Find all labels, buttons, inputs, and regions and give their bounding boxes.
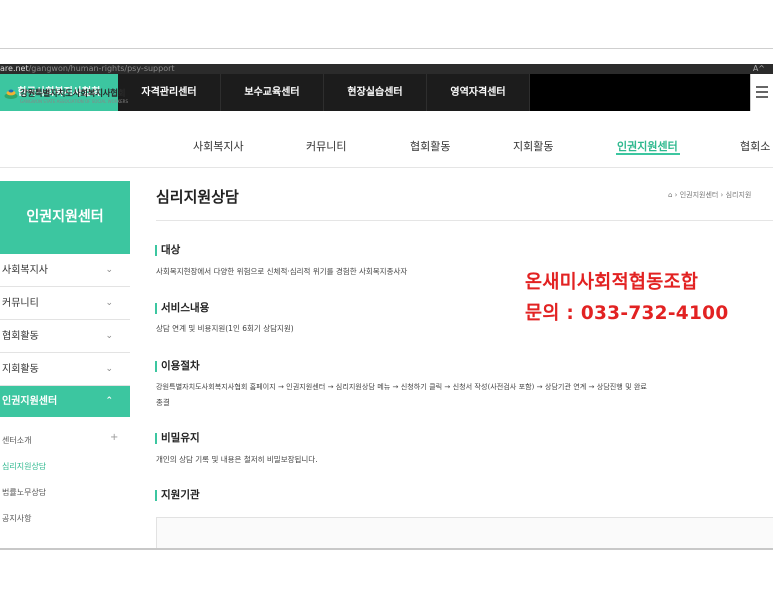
sidebar-title: 인권지원센터 — [0, 181, 130, 254]
menu-icon[interactable] — [750, 74, 773, 111]
notice-contact: 문의 : 033-732-4100 — [525, 303, 729, 324]
sidebar-item-label: 인권지원센터 — [2, 396, 58, 407]
nav-branch-activity[interactable]: 지회활동 — [513, 138, 553, 154]
sidebar-item-label: 커뮤니티 — [2, 298, 39, 309]
sidebar-item-human-rights-center[interactable]: 인권지원센터 ⌃ — [0, 386, 130, 417]
logo-mark-icon — [4, 89, 18, 99]
nav-human-rights-center[interactable]: 인권지원센터 — [617, 138, 678, 154]
chevron-down-icon: ⌄ — [105, 298, 113, 308]
chevron-down-icon: ⌄ — [105, 265, 113, 275]
agency-list-box — [156, 517, 773, 548]
section-heading-service: 서비스내용 — [155, 303, 209, 314]
tab-domain-center[interactable]: 영역자격센터 — [427, 74, 530, 111]
page-title: 심리지원상담 — [156, 188, 239, 206]
section-text-confidentiality: 개인의 상담 기록 및 내용은 철저히 비밀보장됩니다. — [156, 455, 318, 464]
sidebar-sub-psy-support[interactable]: 심리지원상담 — [2, 461, 46, 472]
notice-organization: 온새미사회적협동조합 — [525, 272, 699, 293]
nav-active-underline — [616, 153, 680, 155]
section-text-service: 상담 연계 및 비용지원(1인 6회기 상담지원) — [156, 324, 294, 333]
sidebar-item-community[interactable]: 커뮤니티 ⌄ — [0, 288, 130, 320]
tab-education-center[interactable]: 보수교육센터 — [221, 74, 324, 111]
logo-title: 강원특별자치도사회복지사협회 — [20, 89, 126, 99]
title-divider — [156, 220, 773, 221]
nav-community[interactable]: 커뮤니티 — [306, 138, 346, 154]
plus-icon[interactable]: + — [110, 432, 118, 443]
site-logo[interactable]: 강원특별자치도사회복지사협회 GANGWON STATE ASSOCIATION… — [4, 85, 154, 109]
chevron-down-icon: ⌄ — [105, 331, 113, 341]
sidebar-sub-notice[interactable]: 공지사항 — [2, 513, 31, 524]
browser-frame: are.net/gangwon/human-rights/psy-support… — [0, 48, 773, 550]
logo-subtitle: GANGWON STATE ASSOCIATION OF SOCIAL WORK… — [20, 99, 128, 104]
sidebar-sub-legal-labor[interactable]: 법률노무상담 — [2, 487, 46, 498]
sidebar-sub-center-intro[interactable]: 센터소개 — [2, 435, 31, 446]
reader-mode-button[interactable]: A^ — [753, 64, 765, 74]
section-heading-confidentiality: 비밀유지 — [155, 433, 200, 444]
url-host: are.net — [0, 64, 29, 73]
chevron-down-icon: ⌄ — [105, 364, 113, 374]
sidebar-item-association-activity[interactable]: 협회활동 ⌄ — [0, 321, 130, 353]
nav-social-worker[interactable]: 사회복지사 — [193, 138, 244, 154]
section-heading-procedure: 이용절차 — [155, 361, 200, 372]
nav-association-intro[interactable]: 협회소 — [740, 138, 770, 154]
tab-practicum-center[interactable]: 현장실습센터 — [324, 74, 427, 111]
address-bar[interactable]: are.net/gangwon/human-rights/psy-support… — [0, 64, 773, 74]
sidebar-item-label: 협회활동 — [2, 331, 39, 342]
sidebar-item-label: 사회복지사 — [2, 265, 48, 276]
section-text-procedure-end: 종결 — [156, 398, 170, 407]
section-text-procedure: 강원특별자치도사회복지사협회 홈페이지 → 인권지원센터 → 심리지원상담 메뉴… — [156, 382, 647, 391]
nav-association-activity[interactable]: 협회활동 — [410, 138, 450, 154]
section-heading-agencies: 지원기관 — [155, 490, 200, 501]
sidebar-item-social-worker[interactable]: 사회복지사 ⌄ — [0, 255, 130, 287]
chevron-up-icon: ⌃ — [105, 396, 113, 406]
sidebar-item-branch-activity[interactable]: 지회활동 ⌄ — [0, 354, 130, 386]
breadcrumb[interactable]: ⌂ › 인권지원센터 › 심리지원 — [668, 190, 751, 200]
section-text-target: 사회복지현장에서 다양한 위험으로 신체적·심리적 위기를 경험한 사회복지종사… — [156, 267, 408, 276]
url-path: /gangwon/human-rights/psy-support — [28, 64, 175, 73]
section-heading-target: 대상 — [155, 245, 180, 256]
sidebar-item-label: 지회활동 — [2, 364, 39, 375]
header-divider — [0, 167, 773, 168]
